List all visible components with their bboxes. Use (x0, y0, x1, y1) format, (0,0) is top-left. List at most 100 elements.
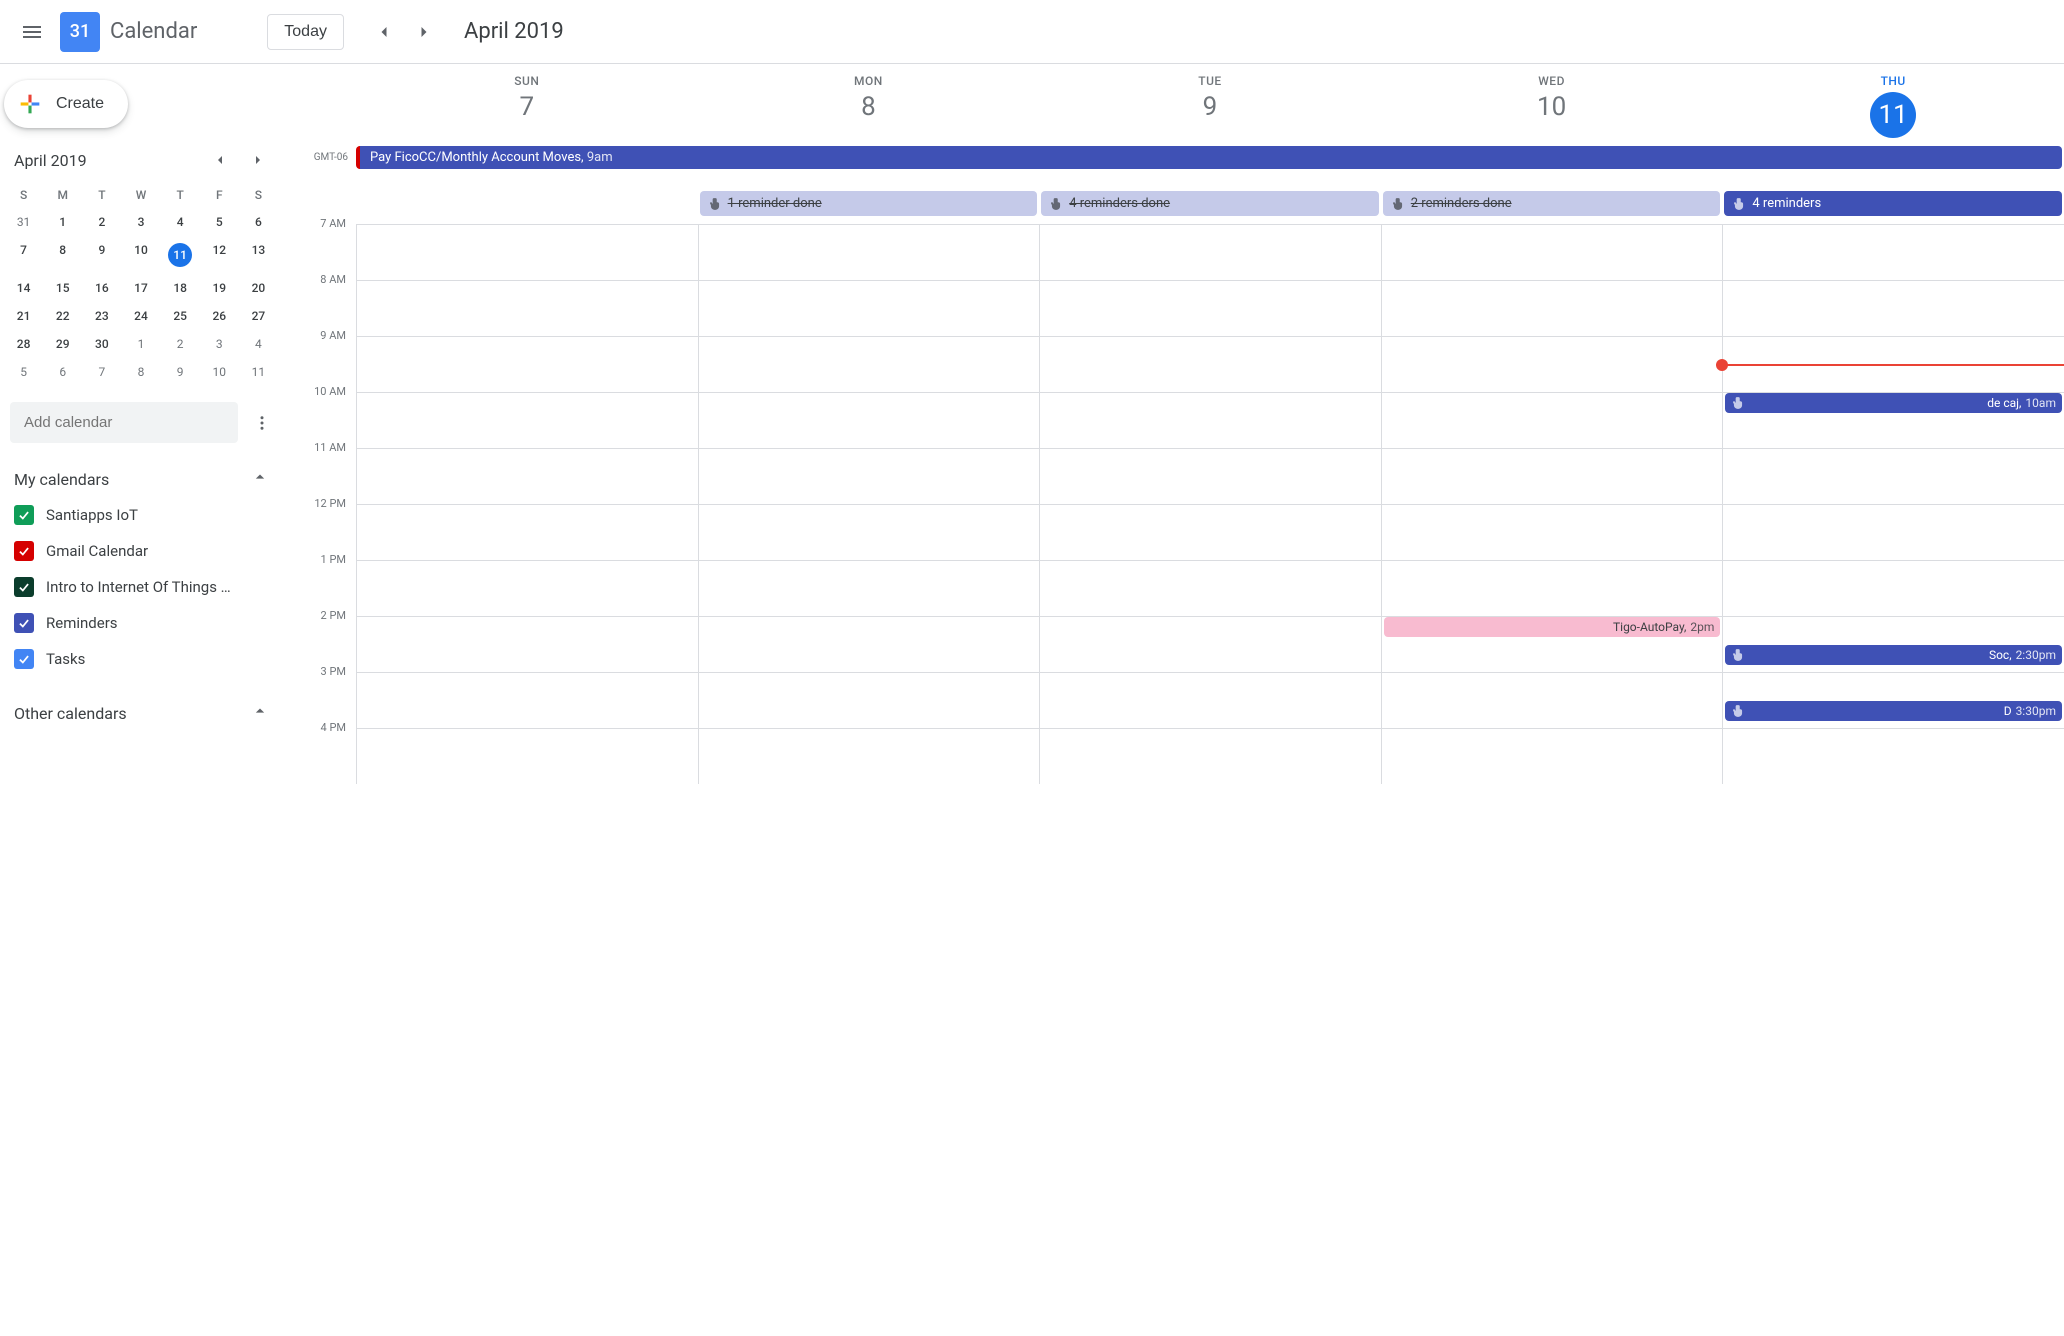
day-header[interactable]: WED10 (1381, 74, 1723, 138)
time-slot[interactable] (1039, 337, 1381, 392)
time-slot[interactable] (1039, 449, 1381, 504)
mini-day-cell[interactable]: 6 (239, 208, 278, 236)
time-slot[interactable]: D 3:30pm (1722, 673, 2064, 728)
calendar-event[interactable]: Tigo-AutoPay, 2pm (1384, 617, 1721, 637)
calendar-item[interactable]: Gmail Calendar (4, 533, 278, 569)
time-slot[interactable] (1381, 729, 1723, 784)
time-slot[interactable] (1381, 337, 1723, 392)
mini-day-cell[interactable]: 10 (200, 358, 239, 386)
mini-day-cell[interactable]: 28 (4, 330, 43, 358)
mini-day-cell[interactable]: 26 (200, 302, 239, 330)
calendar-options-button[interactable] (246, 407, 278, 439)
time-slot[interactable] (1039, 505, 1381, 560)
time-slot[interactable] (1722, 281, 2064, 336)
calendar-item[interactable]: Tasks (4, 641, 278, 677)
time-slot[interactable] (356, 505, 698, 560)
add-calendar-input[interactable] (10, 402, 238, 443)
create-button[interactable]: Create (4, 80, 128, 128)
my-calendars-toggle[interactable]: My calendars (4, 461, 278, 497)
app-logo[interactable]: 31 Calendar (60, 12, 197, 52)
mini-day-cell[interactable]: 29 (43, 330, 82, 358)
calendar-checkbox[interactable] (14, 577, 34, 597)
time-slot[interactable] (698, 449, 1040, 504)
time-slot[interactable] (698, 337, 1040, 392)
time-slot[interactable] (356, 225, 698, 280)
reminder-chip[interactable]: 2 reminders done (1383, 191, 1721, 216)
mini-day-cell[interactable]: 22 (43, 302, 82, 330)
time-slot[interactable] (1722, 561, 2064, 616)
calendar-event[interactable]: Soc, 2:30pm (1725, 645, 2062, 665)
reminder-chip[interactable]: 1 reminder done (700, 191, 1038, 216)
time-slot[interactable] (698, 393, 1040, 448)
calendar-checkbox[interactable] (14, 649, 34, 669)
time-slot[interactable] (356, 449, 698, 504)
mini-day-cell[interactable]: 12 (200, 236, 239, 274)
mini-day-cell[interactable]: 14 (4, 274, 43, 302)
mini-day-cell[interactable]: 3 (200, 330, 239, 358)
day-header[interactable]: TUE9 (1039, 74, 1381, 138)
mini-day-cell[interactable]: 11 (239, 358, 278, 386)
time-slot[interactable]: Soc, 2:30pm (1722, 617, 2064, 672)
calendar-item[interactable]: Reminders (4, 605, 278, 641)
mini-day-cell[interactable]: 16 (82, 274, 121, 302)
allday-event[interactable]: Pay FicoCC/Monthly Account Moves, 9am (356, 146, 2062, 169)
mini-day-cell[interactable]: 18 (161, 274, 200, 302)
reminder-chip[interactable]: 4 reminders (1724, 191, 2062, 216)
time-slot[interactable] (1722, 225, 2064, 280)
time-slot[interactable] (356, 393, 698, 448)
time-slot[interactable] (1039, 561, 1381, 616)
time-slot[interactable] (1722, 449, 2064, 504)
next-period-button[interactable] (404, 12, 444, 52)
time-slot[interactable] (1381, 673, 1723, 728)
time-slot[interactable] (356, 617, 698, 672)
mini-day-cell[interactable]: 7 (4, 236, 43, 274)
mini-day-cell[interactable]: 5 (4, 358, 43, 386)
mini-day-cell[interactable]: 6 (43, 358, 82, 386)
mini-day-cell[interactable]: 25 (161, 302, 200, 330)
calendar-checkbox[interactable] (14, 613, 34, 633)
calendar-event[interactable]: de caj, 10am (1725, 393, 2062, 413)
mini-day-cell[interactable]: 3 (121, 208, 160, 236)
time-slot[interactable] (356, 673, 698, 728)
time-slot[interactable] (1039, 617, 1381, 672)
calendar-checkbox[interactable] (14, 505, 34, 525)
time-slot[interactable] (698, 505, 1040, 560)
mini-day-cell[interactable]: 8 (43, 236, 82, 274)
reminder-chip[interactable]: 4 reminders done (1041, 191, 1379, 216)
mini-day-cell[interactable]: 9 (82, 236, 121, 274)
time-slot[interactable] (1381, 505, 1723, 560)
hamburger-menu-button[interactable] (8, 8, 56, 56)
mini-day-cell[interactable]: 13 (239, 236, 278, 274)
time-slot[interactable] (1381, 449, 1723, 504)
calendar-checkbox[interactable] (14, 541, 34, 561)
time-slot[interactable] (698, 225, 1040, 280)
time-slot[interactable] (1039, 281, 1381, 336)
mini-day-cell[interactable]: 4 (161, 208, 200, 236)
time-slot[interactable]: Tigo-AutoPay, 2pm (1381, 617, 1723, 672)
mini-day-cell[interactable]: 30 (82, 330, 121, 358)
time-slot[interactable] (356, 337, 698, 392)
time-slot[interactable] (1381, 225, 1723, 280)
mini-day-cell[interactable]: 9 (161, 358, 200, 386)
mini-day-cell[interactable]: 11 (161, 236, 200, 274)
calendar-item[interactable]: Santiapps IoT (4, 497, 278, 533)
calendar-item[interactable]: Intro to Internet Of Things … (4, 569, 278, 605)
today-button[interactable]: Today (267, 14, 344, 50)
time-slot[interactable] (1381, 561, 1723, 616)
mini-day-cell[interactable]: 8 (121, 358, 160, 386)
mini-day-cell[interactable]: 19 (200, 274, 239, 302)
mini-next-button[interactable] (244, 146, 272, 174)
mini-day-cell[interactable]: 23 (82, 302, 121, 330)
mini-day-cell[interactable]: 4 (239, 330, 278, 358)
time-slot[interactable]: de caj, 10am (1722, 393, 2064, 448)
time-slot[interactable] (698, 729, 1040, 784)
mini-prev-button[interactable] (206, 146, 234, 174)
time-slot[interactable] (1381, 281, 1723, 336)
time-slot[interactable] (698, 561, 1040, 616)
mini-day-cell[interactable]: 20 (239, 274, 278, 302)
mini-day-cell[interactable]: 24 (121, 302, 160, 330)
time-slot[interactable] (1722, 729, 2064, 784)
time-slot[interactable] (1039, 393, 1381, 448)
mini-day-cell[interactable]: 21 (4, 302, 43, 330)
mini-day-cell[interactable]: 2 (82, 208, 121, 236)
